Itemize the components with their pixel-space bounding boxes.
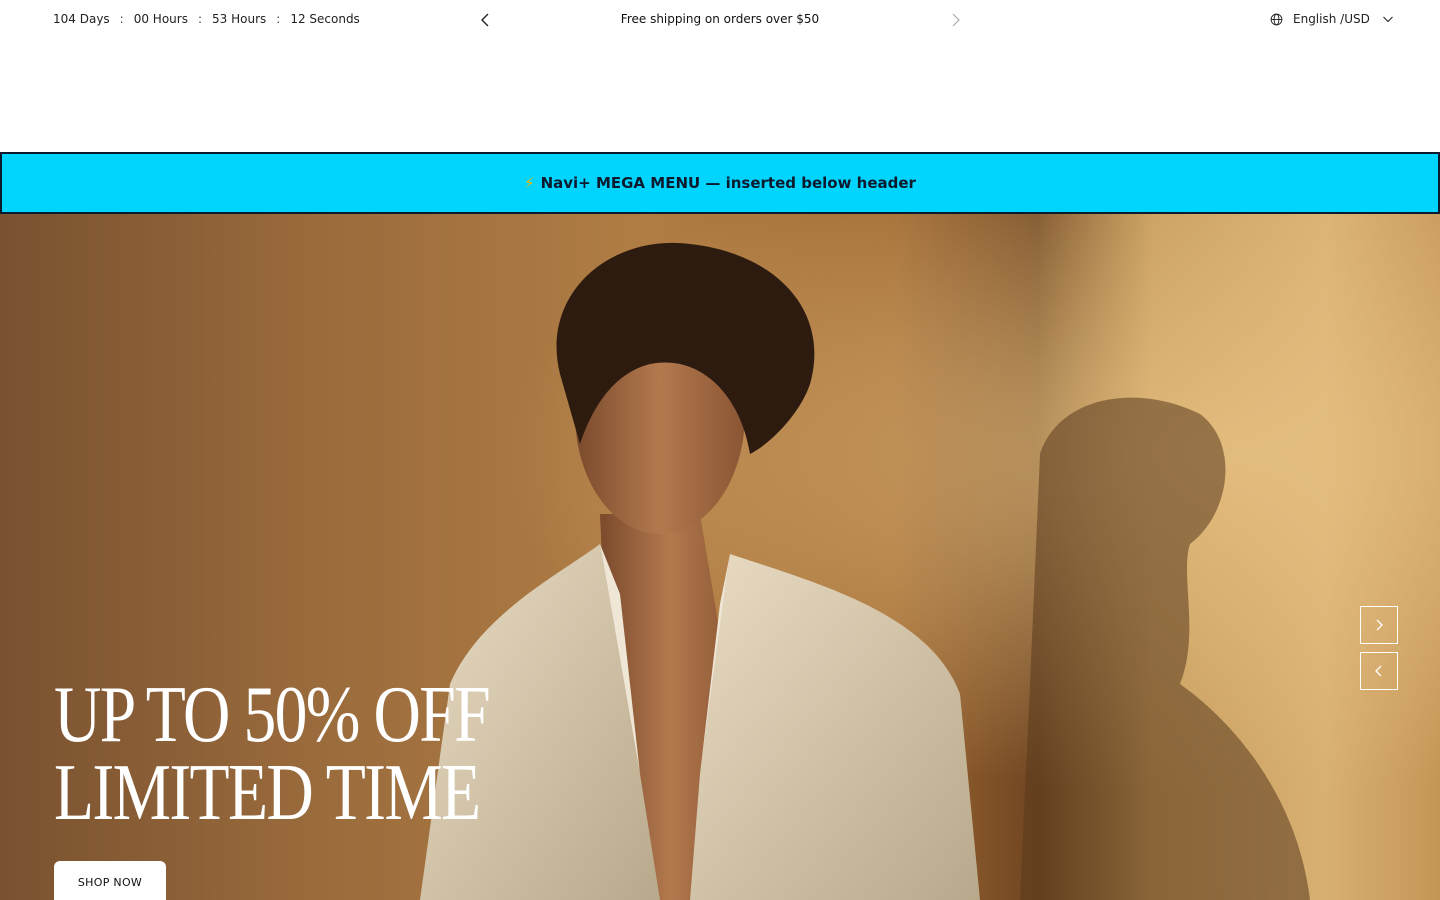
hero-title-line-2: LIMITED TIME — [54, 749, 481, 837]
language-label: English /USD — [1293, 12, 1370, 26]
chevron-right-icon — [1376, 619, 1383, 631]
mega-menu-banner[interactable]: ⚡ Navi+ MEGA MENU — inserted below heade… — [0, 152, 1440, 214]
slide-next-button[interactable] — [1360, 606, 1398, 644]
chevron-right-icon — [952, 13, 960, 27]
countdown-timer: 104 Days : 00 Hours : 53 Hours : 12 Seco… — [53, 12, 360, 26]
lightning-icon: ⚡ — [524, 174, 535, 192]
shop-now-button[interactable]: SHOP NOW — [54, 861, 166, 900]
hero-slideshow: UP TO 50% OFF LIMITED TIME SHOP NOW — [0, 214, 1440, 900]
countdown-days: 104 Days — [53, 12, 110, 26]
language-currency-selector[interactable]: English /USD — [1270, 12, 1394, 26]
slide-prev-button[interactable] — [1360, 652, 1398, 690]
announcement-message: Free shipping on orders over $50 — [620, 12, 820, 26]
countdown-separator: : — [119, 12, 124, 26]
chevron-left-icon — [1375, 665, 1382, 677]
announcement-next-button[interactable] — [946, 11, 964, 29]
mega-menu-label: Navi+ MEGA MENU — inserted below header — [540, 174, 916, 192]
announcement-bar: 104 Days : 00 Hours : 53 Hours : 12 Seco… — [0, 0, 1440, 40]
countdown-separator: : — [197, 12, 203, 26]
countdown-minutes: 53 Hours — [212, 12, 267, 26]
countdown-seconds: 12 Seconds — [290, 12, 360, 26]
countdown-separator: : — [276, 12, 281, 26]
site-header — [0, 40, 1440, 152]
chevron-left-icon — [481, 13, 489, 27]
announcement-prev-button[interactable] — [477, 11, 495, 29]
chevron-down-icon — [1382, 16, 1393, 23]
hero-title-line-1: UP TO 50% OFF — [54, 671, 491, 759]
globe-icon — [1270, 13, 1283, 25]
countdown-hours: 00 Hours — [133, 12, 188, 26]
hero-title: UP TO 50% OFF LIMITED TIME — [54, 671, 491, 837]
